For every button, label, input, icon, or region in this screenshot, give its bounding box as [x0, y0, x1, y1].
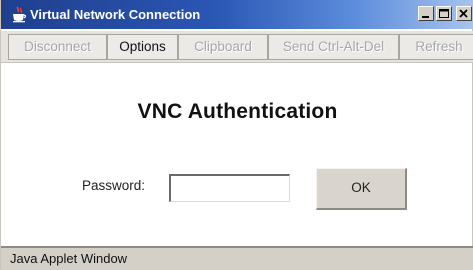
close-button[interactable]	[456, 6, 472, 21]
status-bar: Java Applet Window	[1, 246, 473, 270]
minimize-button[interactable]	[418, 6, 434, 21]
window-title: Virtual Network Connection	[30, 7, 201, 22]
clipboard-button[interactable]: Clipboard	[178, 34, 268, 60]
refresh-button[interactable]: Refresh	[399, 34, 473, 60]
maximize-button[interactable]	[436, 6, 452, 21]
password-input[interactable]	[169, 174, 290, 202]
vnc-toolbar: Disconnect Options Clipboard Send Ctrl-A…	[1, 31, 473, 63]
status-text: Java Applet Window	[10, 251, 128, 266]
close-icon	[459, 9, 468, 18]
java-cup-icon	[11, 6, 27, 23]
vnc-applet-window: Virtual Network Connection Disconnect Op…	[0, 0, 473, 270]
options-button[interactable]: Options	[107, 34, 178, 60]
ok-button[interactable]: OK	[316, 168, 407, 210]
send-ctrl-alt-del-button[interactable]: Send Ctrl-Alt-Del	[268, 34, 399, 60]
disconnect-button[interactable]: Disconnect	[8, 34, 107, 60]
password-label: Password:	[82, 178, 146, 193]
minimize-icon	[422, 16, 429, 18]
maximize-icon	[439, 9, 449, 18]
title-bar[interactable]: Virtual Network Connection	[1, 0, 473, 29]
auth-heading: VNC Authentication	[137, 100, 338, 123]
